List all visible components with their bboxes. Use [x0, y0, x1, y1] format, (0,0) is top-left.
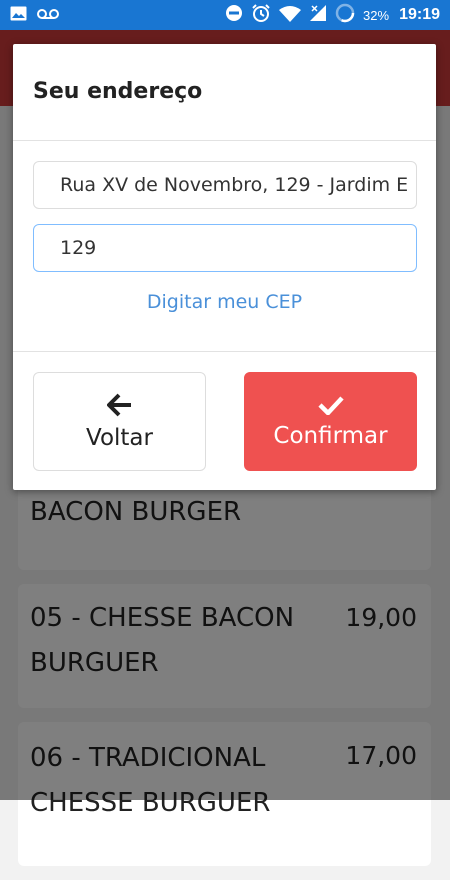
- check-icon: [317, 395, 344, 415]
- number-input[interactable]: [33, 224, 417, 272]
- confirm-button[interactable]: Confirmar: [244, 372, 417, 471]
- battery-icon: [335, 3, 355, 27]
- image-icon: [10, 6, 27, 25]
- back-button-label: Voltar: [86, 424, 153, 451]
- alarm-icon: [251, 3, 271, 27]
- clock: 19:19: [399, 6, 440, 23]
- arrow-left-icon: [106, 393, 131, 416]
- modal-footer-divider: [13, 351, 436, 352]
- status-bar: 32% 19:19: [0, 0, 450, 30]
- signal-icon: [309, 4, 327, 26]
- back-button[interactable]: Voltar: [33, 372, 206, 471]
- enter-cep-link[interactable]: Digitar meu CEP: [13, 291, 436, 313]
- address-input[interactable]: [33, 161, 417, 209]
- address-modal: Seu endereço Digitar meu CEP Voltar Conf…: [13, 44, 436, 490]
- voicemail-icon: [37, 7, 59, 24]
- battery-percent: 32%: [363, 7, 390, 23]
- modal-header-divider: [13, 140, 436, 141]
- do-not-disturb-icon: [225, 4, 243, 26]
- confirm-button-label: Confirmar: [273, 422, 388, 449]
- wifi-icon: [279, 5, 302, 26]
- modal-title: Seu endereço: [33, 79, 203, 104]
